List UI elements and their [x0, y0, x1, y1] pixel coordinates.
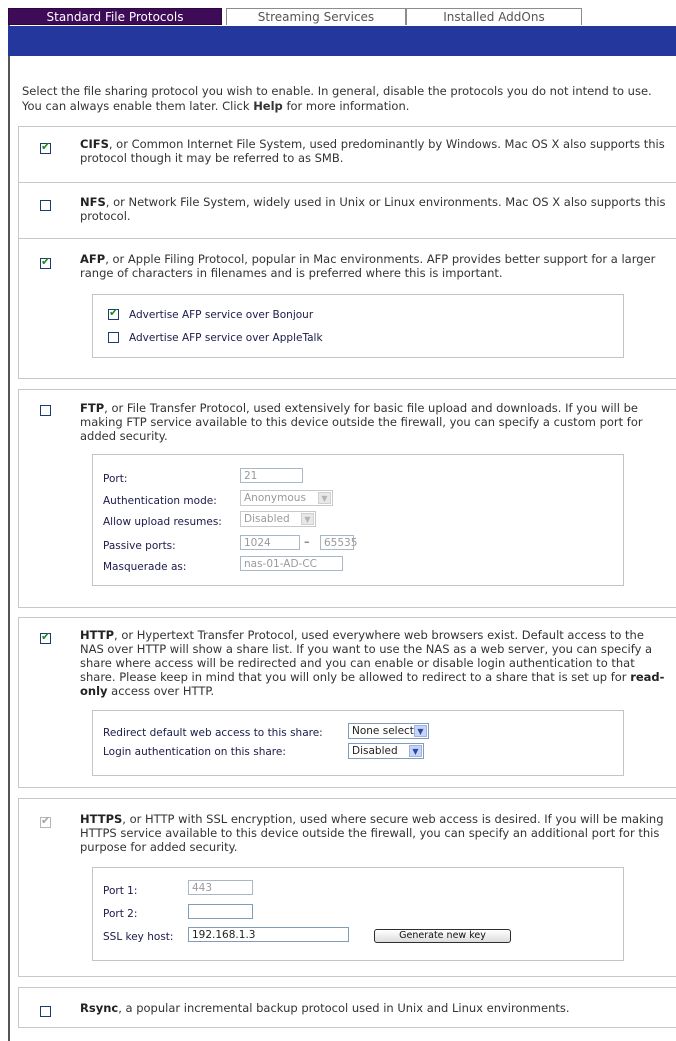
ftp-resume-label: Allow upload resumes:	[103, 516, 222, 528]
chevron-down-icon: ▼	[318, 492, 331, 504]
section-divider	[18, 126, 676, 127]
ftp-resume-select[interactable]: Disabled ▼	[240, 511, 316, 527]
help-link-text: Help	[253, 99, 283, 113]
section-divider	[18, 238, 676, 239]
section-divider	[18, 1027, 676, 1028]
tab-installed-addons[interactable]: Installed AddOns	[406, 8, 582, 25]
ftp-port-label: Port:	[103, 473, 128, 485]
ftp-masquerade-input[interactable]: nas-01-AD-CC	[240, 556, 343, 571]
rsync-description: Rsync, a popular incremental backup prot…	[80, 1001, 570, 1015]
intro-text: Select the file sharing protocol you wis…	[22, 84, 652, 113]
ftp-description: FTP, or File Transfer Protocol, used ext…	[80, 401, 643, 443]
https-port1-input[interactable]: 443	[188, 880, 253, 895]
afp-options-box	[92, 294, 624, 358]
section-border	[18, 389, 19, 607]
section-divider	[18, 787, 676, 788]
section-divider	[18, 378, 676, 379]
tab-standard-file-protocols[interactable]: Standard File Protocols	[8, 8, 222, 25]
chevron-down-icon: ▼	[301, 513, 314, 525]
section-divider	[18, 798, 676, 799]
http-description: HTTP, or Hypertext Transfer Protocol, us…	[80, 628, 665, 698]
passive-range-separator: –	[304, 535, 310, 548]
section-divider	[18, 617, 676, 618]
tab-streaming-services[interactable]: Streaming Services	[226, 8, 406, 25]
nfs-checkbox[interactable]	[40, 200, 51, 211]
http-redirect-label: Redirect default web access to this shar…	[103, 727, 323, 739]
http-login-select[interactable]: Disabled ▼	[348, 743, 424, 759]
afp-checkbox[interactable]	[40, 255, 51, 269]
section-divider	[18, 976, 676, 977]
afp-bonjour-checkbox[interactable]	[108, 306, 119, 320]
ftp-passive-to-input[interactable]: 65535	[320, 535, 357, 550]
tab-bar: Standard File Protocols Streaming Servic…	[4, 8, 676, 26]
rsync-checkbox[interactable]	[40, 1006, 51, 1017]
https-port2-label: Port 2:	[103, 908, 138, 920]
cifs-description: CIFS, or Common Internet File System, us…	[80, 137, 665, 165]
http-checkbox[interactable]	[40, 630, 51, 644]
section-divider	[18, 987, 676, 988]
nfs-description: NFS, or Network File System, widely used…	[80, 195, 666, 223]
https-settings-box	[92, 867, 624, 961]
https-checkbox[interactable]	[40, 814, 51, 828]
afp-bonjour-label: Advertise AFP service over Bonjour	[129, 309, 314, 321]
section-divider	[18, 389, 676, 390]
section-border	[18, 987, 19, 1027]
section-border	[18, 238, 19, 378]
http-login-label: Login authentication on this share:	[103, 746, 286, 758]
ssl-key-host-label: SSL key host:	[103, 931, 174, 943]
afp-description: AFP, or Apple Filing Protocol, popular i…	[80, 252, 656, 280]
afp-appletalk-checkbox[interactable]	[108, 332, 119, 343]
section-border	[18, 126, 19, 182]
http-redirect-select[interactable]: None selected ▼	[348, 723, 429, 739]
https-port1-label: Port 1:	[103, 885, 138, 897]
ftp-passive-label: Passive ports:	[103, 540, 176, 552]
afp-appletalk-label: Advertise AFP service over AppleTalk	[129, 332, 323, 344]
ftp-auth-label: Authentication mode:	[103, 495, 217, 507]
section-divider	[18, 182, 676, 183]
section-border	[18, 798, 19, 976]
https-port2-input[interactable]	[188, 904, 253, 919]
ssl-key-host-input[interactable]: 192.168.1.3	[188, 927, 349, 942]
ftp-passive-from-input[interactable]: 1024	[240, 535, 300, 550]
generate-new-key-button[interactable]: Generate new key	[374, 929, 511, 943]
chevron-down-icon: ▼	[409, 745, 422, 757]
section-divider	[18, 607, 676, 608]
header-bar	[8, 26, 676, 56]
ftp-masquerade-label: Masquerade as:	[103, 561, 187, 573]
https-description: HTTPS, or HTTP with SSL encryption, used…	[80, 812, 664, 854]
section-border	[18, 182, 19, 238]
ftp-checkbox[interactable]	[40, 405, 51, 416]
cifs-checkbox[interactable]	[40, 140, 51, 154]
section-border	[18, 617, 19, 787]
chevron-down-icon: ▼	[414, 725, 427, 737]
ftp-auth-select[interactable]: Anonymous ▼	[240, 490, 333, 506]
ftp-port-input[interactable]: 21	[240, 468, 303, 483]
